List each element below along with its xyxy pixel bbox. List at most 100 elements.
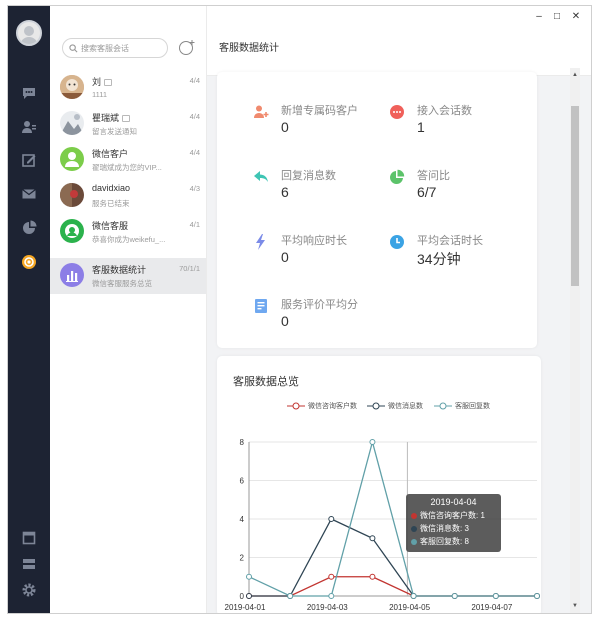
tooltip-row: 微信消息数: 3 (411, 522, 496, 535)
page-title: 客服数据统计 (219, 43, 279, 54)
minimize-button[interactable]: – (533, 11, 545, 22)
session-count: 4/4 (189, 76, 200, 85)
data-point (369, 535, 376, 542)
reply-icon (254, 171, 268, 182)
avatar (60, 75, 84, 99)
service-icon[interactable] (20, 253, 38, 271)
session-name: 微信客户 (92, 149, 129, 159)
session-name: 瞿瑞斌 (92, 111, 131, 124)
mail-icon[interactable] (20, 185, 38, 203)
data-point (287, 593, 294, 599)
session-item[interactable]: 客服数据统计 微信客服服务总览 70/1/1 (50, 258, 206, 294)
data-point (328, 573, 335, 580)
x-tick-label: 2019-04-07 (471, 603, 512, 612)
stat-label: 接入会话数 (417, 105, 472, 117)
window-icon[interactable] (20, 529, 38, 547)
session-count: 4/3 (189, 184, 200, 193)
search-box[interactable] (62, 38, 168, 58)
y-tick-label: 4 (240, 515, 245, 524)
contacts-icon[interactable] (20, 118, 38, 136)
session-name: 刘 (92, 75, 113, 88)
tooltip-row: 微信咨询客户数: 1 (411, 509, 496, 522)
stat-new-customers: 新增专属码客户 0 (253, 102, 383, 142)
pie-chart-icon[interactable] (20, 219, 38, 237)
stat-replies: 回复消息数 6 (253, 167, 383, 207)
stat-avg-session: 平均会话时长 34分钟 (389, 232, 519, 272)
y-tick-label: 2 (240, 554, 245, 563)
close-button[interactable]: ✕ (570, 11, 582, 22)
stat-value: 0 (281, 119, 289, 135)
app-window: 刘 1111 4/4 瞿瑞斌 留言发送通知 4/4 微信客户 翟瑞斌成为您的VI… (7, 5, 592, 614)
search-input[interactable] (81, 43, 165, 53)
add-chat-icon[interactable] (178, 38, 196, 56)
tooltip-row: 客服回复数: 8 (411, 535, 496, 548)
tooltip-text: 客服回复数: 8 (420, 537, 469, 546)
series-dot (411, 525, 417, 532)
session-name: 客服数据统计 (92, 265, 147, 275)
stat-label: 服务评价平均分 (281, 299, 358, 311)
stat-avg-rating: 服务评价平均分 0 (253, 296, 383, 336)
session-preview: 服务已结束 (92, 199, 130, 208)
session-item[interactable]: 瞿瑞斌 留言发送通知 4/4 (50, 106, 206, 142)
lightning-icon (256, 234, 265, 250)
data-point (534, 593, 540, 599)
session-list: 刘 1111 4/4 瞿瑞斌 留言发送通知 4/4 微信客户 翟瑞斌成为您的VI… (50, 6, 207, 613)
session-item[interactable]: 微信客服 恭喜你成为weikefu_... 4/1 (50, 214, 206, 250)
series-dot (411, 512, 417, 519)
edit-icon[interactable] (20, 151, 38, 169)
session-count: 4/1 (189, 220, 200, 229)
add-user-icon (254, 105, 269, 118)
session-preview: 翟瑞斌成为您的VIP... (92, 163, 162, 172)
nav-rail (8, 6, 50, 613)
session-name: davidxiao (92, 183, 131, 193)
x-tick-label: 2019-04-01 (225, 603, 266, 612)
clock-icon (390, 235, 404, 249)
data-point (328, 516, 335, 522)
stats-card: 新增专属码客户 0 接入会话数 1 回复消息数 6 答问比 6/7 平均响应时长 (217, 72, 537, 348)
data-point (492, 593, 499, 599)
storage-icon[interactable] (20, 555, 38, 573)
x-tick-label: 2019-04-03 (307, 603, 348, 612)
session-item[interactable]: 刘 1111 4/4 (50, 70, 206, 106)
main-panel: 客服数据统计 – □ ✕ 新增专属码客户 0 接入会话数 1 回复消息数 6 答… (207, 6, 591, 613)
stat-label: 回复消息数 (281, 170, 336, 182)
tooltip-text: 微信消息数: 3 (420, 524, 469, 533)
session-preview: 1111 (92, 90, 108, 99)
y-tick-label: 0 (240, 592, 245, 601)
session-preview: 恭喜你成为weikefu_... (92, 235, 166, 244)
line-chart: 0 2 4 6 8 2019-04-01 2019-04-03 2019-04-05 2019-… (225, 438, 540, 612)
chart-tooltip: 2019-04-04 微信咨询客户数: 1 微信消息数: 3 客服回复数: 8 (406, 494, 501, 552)
session-item[interactable]: davidxiao 服务已结束 4/3 (50, 178, 206, 214)
title-bar: 客服数据统计 – □ ✕ (207, 6, 591, 76)
stat-label: 新增专属码客户 (281, 105, 358, 117)
settings-icon[interactable] (20, 581, 38, 599)
chat-icon[interactable] (20, 84, 38, 102)
scroll-down-arrow[interactable]: ▼ (572, 603, 578, 609)
maximize-button[interactable]: □ (551, 11, 563, 22)
rating-form-icon (255, 299, 267, 313)
stat-label: 答问比 (417, 170, 450, 182)
data-point (369, 573, 376, 580)
session-preview: 微信客服服务总览 (92, 279, 152, 288)
x-tick-label: 2019-04-05 (389, 603, 430, 612)
session-count: 70/1/1 (179, 264, 200, 273)
stat-sessions: 接入会话数 1 (389, 102, 519, 142)
pie-icon (390, 169, 405, 184)
user-avatar[interactable] (16, 20, 42, 46)
tag-icon (122, 115, 131, 123)
session-count: 4/4 (189, 112, 200, 121)
stat-value: 1 (417, 119, 425, 135)
stat-avg-response: 平均响应时长 0 (253, 232, 383, 272)
scrollbar-thumb[interactable] (571, 106, 579, 286)
data-point (369, 439, 376, 445)
tooltip-text: 微信咨询客户数: 1 (420, 511, 485, 520)
avatar (60, 263, 84, 287)
stat-value: 0 (281, 313, 289, 329)
scroll-up-arrow[interactable]: ▲ (572, 72, 578, 78)
stat-value: 34分钟 (417, 251, 461, 267)
search-icon (69, 43, 78, 52)
session-item[interactable]: 微信客户 翟瑞斌成为您的VIP... 4/4 (50, 142, 206, 178)
series-dot (411, 538, 417, 545)
avatar (60, 183, 84, 207)
session-count: 4/4 (189, 148, 200, 157)
